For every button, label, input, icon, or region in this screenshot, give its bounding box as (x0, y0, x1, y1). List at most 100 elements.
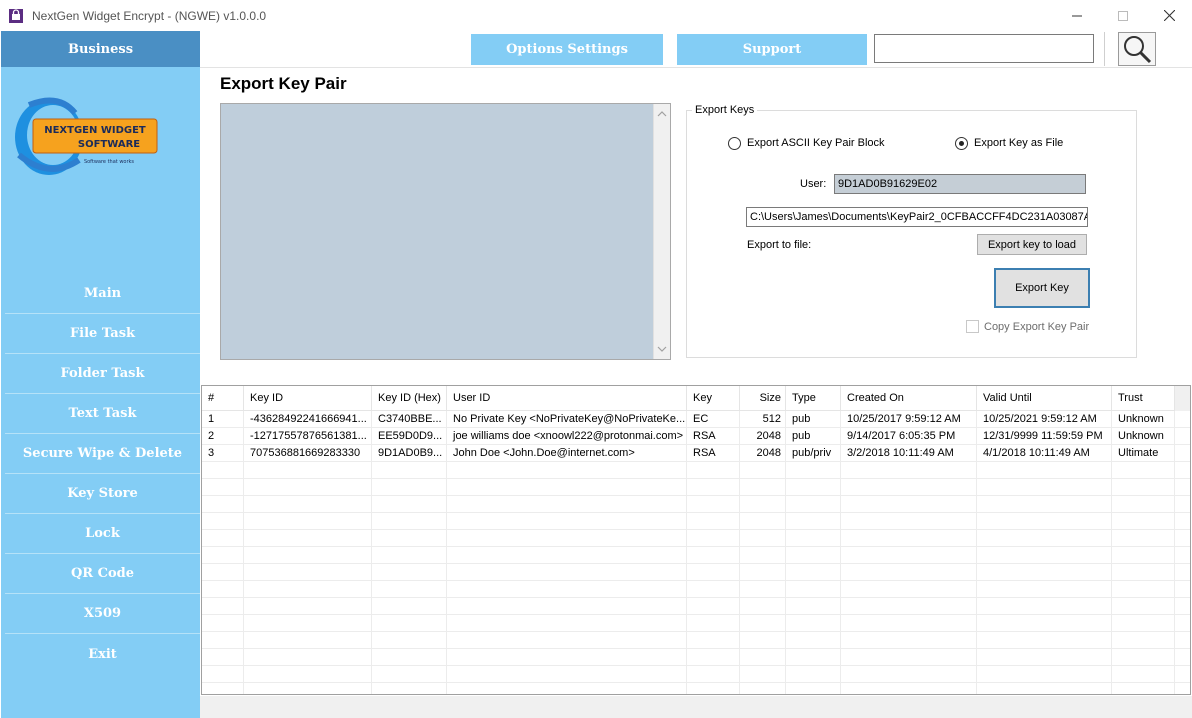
grid-line (243, 598, 244, 615)
grid-line (840, 615, 841, 632)
grid-line (976, 530, 977, 547)
nav-x509[interactable]: X509 (5, 594, 200, 634)
col-type[interactable]: Type (786, 386, 841, 411)
col-key-id[interactable]: Key ID (244, 386, 372, 411)
nav-folder-task[interactable]: Folder Task (5, 354, 200, 394)
grid-line (739, 530, 740, 547)
cell-valid-until: 12/31/9999 11:59:59 PM (977, 428, 1112, 445)
col-size[interactable]: Size (740, 386, 786, 411)
key-grid[interactable]: # Key ID Key ID (Hex) User ID Key Size T… (201, 385, 1191, 695)
table-row[interactable]: 1 -43628492241666941... C3740BBE... No P… (202, 411, 1190, 428)
grid-line (1174, 598, 1175, 615)
support-button[interactable]: Support (677, 34, 867, 65)
search-button[interactable] (1118, 32, 1156, 66)
empty-row (202, 564, 1190, 581)
nav-secure-wipe[interactable]: Secure Wipe & Delete (5, 434, 200, 474)
grid-line (1111, 496, 1112, 513)
user-label: User: (800, 178, 827, 190)
copy-export-checkbox[interactable] (966, 320, 979, 333)
grid-line (446, 513, 447, 530)
empty-row (202, 479, 1190, 496)
radio-export-file-label: Export Key as File (974, 137, 1064, 149)
toolbar-divider (200, 67, 1192, 68)
close-button[interactable] (1146, 0, 1192, 31)
grid-line (785, 530, 786, 547)
table-row[interactable]: 3 707536881669283330 9D1AD0B9... John Do… (202, 445, 1190, 462)
sidebar: Business NEXTGEN WIDGET SOFTWARE Softwar… (1, 31, 200, 718)
nav-key-store[interactable]: Key Store (5, 474, 200, 514)
export-path-field[interactable]: C:\Users\James\Documents\KeyPair2_0CFBAC… (746, 207, 1088, 227)
grid-line (371, 479, 372, 496)
options-settings-button[interactable]: Options Settings (471, 34, 663, 65)
cell-size: 2048 (740, 428, 786, 445)
grid-line (1174, 649, 1175, 666)
nav-qr-code[interactable]: QR Code (5, 554, 200, 594)
title-bar: NextGen Widget Encrypt - (NGWE) v1.0.0.0 (0, 0, 1192, 31)
grid-line (686, 530, 687, 547)
grid-line (840, 666, 841, 683)
grid-line (686, 496, 687, 513)
grid-line (840, 513, 841, 530)
nav-main[interactable]: Main (5, 274, 200, 314)
empty-row (202, 581, 1190, 598)
nav-text-task[interactable]: Text Task (5, 394, 200, 434)
user-field[interactable]: 9D1AD0B91629E02 (834, 174, 1086, 194)
export-to-load-button[interactable]: Export key to load (977, 234, 1087, 255)
grid-line (446, 649, 447, 666)
col-user-id[interactable]: User ID (447, 386, 687, 411)
grid-line (840, 462, 841, 479)
logo-text-1: NEXTGEN WIDGET (44, 125, 146, 136)
radio-export-ascii[interactable] (728, 137, 741, 150)
grid-line (739, 462, 740, 479)
cell-user-id: joe williams doe <xnoowl222@protonmai.co… (447, 428, 687, 445)
grid-line (1174, 479, 1175, 496)
grid-line (739, 632, 740, 649)
maximize-button[interactable] (1100, 0, 1146, 31)
logo-tagline: Software that works (84, 159, 134, 165)
col-trust[interactable]: Trust (1112, 386, 1175, 411)
col-created-on[interactable]: Created On (841, 386, 977, 411)
search-input[interactable] (874, 34, 1094, 63)
grid-line (446, 496, 447, 513)
grid-line (840, 479, 841, 496)
grid-line (371, 564, 372, 581)
grid-line (1111, 513, 1112, 530)
grid-line (739, 581, 740, 598)
grid-line (739, 649, 740, 666)
page-title: Export Key Pair (220, 74, 347, 93)
grid-line (1111, 564, 1112, 581)
cell-size: 2048 (740, 445, 786, 462)
col-key-id-hex[interactable]: Key ID (Hex) (372, 386, 447, 411)
window-title: NextGen Widget Encrypt - (NGWE) v1.0.0.0 (32, 9, 267, 23)
grid-header-filler (1175, 386, 1190, 411)
cell-type: pub (786, 411, 841, 428)
grid-line (1111, 632, 1112, 649)
export-text-area[interactable] (220, 103, 671, 360)
grid-line (785, 615, 786, 632)
cell-key: RSA (687, 445, 740, 462)
grid-line (976, 581, 977, 598)
nav-exit[interactable]: Exit (5, 634, 200, 674)
grid-line (371, 666, 372, 683)
col-number[interactable]: # (202, 386, 244, 411)
grid-line (1174, 564, 1175, 581)
grid-line (1174, 666, 1175, 683)
col-key[interactable]: Key (687, 386, 740, 411)
grid-line (243, 496, 244, 513)
cell-key-id-hex: 9D1AD0B9... (372, 445, 447, 462)
table-row[interactable]: 2 -12717557876561381... EE59D0D9... joe … (202, 428, 1190, 445)
col-valid-until[interactable]: Valid Until (977, 386, 1112, 411)
nav-lock[interactable]: Lock (5, 514, 200, 554)
text-area-scrollbar[interactable] (653, 104, 670, 359)
empty-row (202, 513, 1190, 530)
grid-line (686, 547, 687, 564)
status-bar (200, 696, 1192, 718)
grid-line (686, 598, 687, 615)
nav-file-task[interactable]: File Task (5, 314, 200, 354)
export-key-button[interactable]: Export Key (994, 268, 1090, 308)
minimize-button[interactable] (1054, 0, 1100, 31)
grid-line (840, 632, 841, 649)
grid-line (840, 598, 841, 615)
radio-export-file[interactable] (955, 137, 968, 150)
grid-line (371, 530, 372, 547)
